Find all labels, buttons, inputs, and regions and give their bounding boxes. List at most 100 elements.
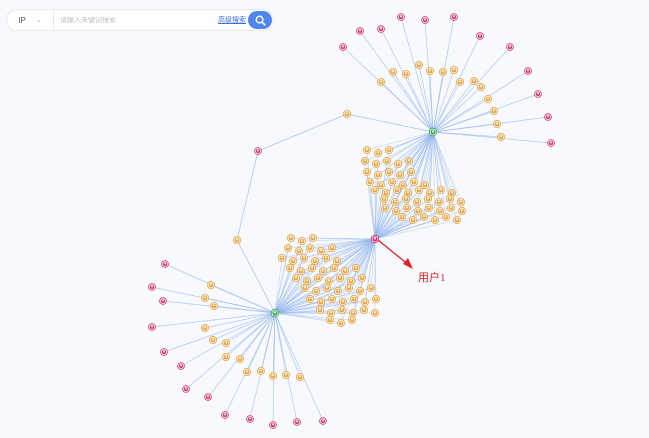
- host-node[interactable]: [441, 212, 450, 221]
- user-node[interactable]: [397, 13, 405, 21]
- host-node[interactable]: [348, 308, 357, 317]
- host-node[interactable]: [380, 203, 389, 212]
- host-node[interactable]: [351, 263, 360, 272]
- host-node[interactable]: [325, 315, 334, 324]
- user-node[interactable]: [356, 27, 364, 35]
- user-node[interactable]: [204, 393, 212, 401]
- host-node[interactable]: [338, 297, 347, 306]
- host-node[interactable]: [489, 107, 498, 116]
- host-node[interactable]: [321, 253, 330, 262]
- user-node[interactable]: [506, 43, 514, 51]
- host-node[interactable]: [322, 283, 331, 292]
- user-node[interactable]: [377, 25, 385, 33]
- user-node[interactable]: [524, 67, 532, 75]
- host-node[interactable]: [379, 194, 388, 203]
- host-node[interactable]: [357, 273, 366, 282]
- host-node[interactable]: [469, 77, 478, 86]
- host-node[interactable]: [424, 203, 433, 212]
- host-node[interactable]: [398, 180, 407, 189]
- host-node[interactable]: [336, 318, 345, 327]
- user-node[interactable]: [269, 421, 277, 429]
- host-node[interactable]: [397, 212, 406, 221]
- host-node[interactable]: [305, 243, 314, 252]
- host-node[interactable]: [438, 68, 447, 77]
- host-node[interactable]: [371, 294, 380, 303]
- host-node[interactable]: [232, 235, 241, 244]
- user-node[interactable]: [293, 418, 301, 426]
- host-node[interactable]: [446, 203, 455, 212]
- user-node[interactable]: [476, 32, 484, 40]
- host-node[interactable]: [388, 68, 397, 77]
- host-node[interactable]: [295, 372, 304, 381]
- host-node[interactable]: [393, 159, 402, 168]
- host-node[interactable]: [209, 301, 218, 310]
- host-node[interactable]: [457, 206, 466, 215]
- host-node[interactable]: [420, 180, 429, 189]
- user-node[interactable]: [161, 260, 169, 268]
- host-node[interactable]: [296, 266, 305, 275]
- host-node[interactable]: [476, 83, 485, 92]
- host-node[interactable]: [332, 256, 341, 265]
- host-node[interactable]: [355, 286, 364, 295]
- host-node[interactable]: [318, 266, 327, 275]
- host-node[interactable]: [286, 233, 295, 242]
- host-node[interactable]: [455, 78, 464, 87]
- host-node[interactable]: [281, 370, 290, 379]
- hub-node[interactable]: [428, 127, 438, 137]
- host-node[interactable]: [362, 145, 371, 154]
- host-node[interactable]: [496, 132, 505, 141]
- host-node[interactable]: [329, 263, 338, 272]
- host-node[interactable]: [206, 280, 215, 289]
- host-node[interactable]: [333, 286, 342, 295]
- host-node[interactable]: [327, 243, 336, 252]
- user-node[interactable]: [254, 147, 262, 155]
- host-node[interactable]: [288, 256, 297, 265]
- host-node[interactable]: [277, 253, 286, 262]
- host-node[interactable]: [483, 95, 492, 104]
- host-node[interactable]: [452, 215, 461, 224]
- host-node[interactable]: [349, 294, 358, 303]
- host-node[interactable]: [283, 243, 292, 252]
- host-node[interactable]: [256, 366, 265, 375]
- host-node[interactable]: [406, 167, 415, 176]
- user-node[interactable]: [159, 297, 167, 305]
- host-node[interactable]: [408, 215, 417, 224]
- host-node[interactable]: [324, 276, 333, 285]
- host-node[interactable]: [310, 256, 319, 265]
- user-node[interactable]: [182, 385, 190, 393]
- host-node[interactable]: [300, 283, 309, 292]
- host-node[interactable]: [445, 194, 454, 203]
- host-node[interactable]: [401, 194, 410, 203]
- user-node[interactable]: [534, 90, 542, 98]
- host-node[interactable]: [313, 273, 322, 282]
- host-node[interactable]: [307, 263, 316, 272]
- host-node[interactable]: [200, 323, 209, 332]
- user-node[interactable]: [148, 323, 156, 331]
- host-node[interactable]: [436, 185, 445, 194]
- host-node[interactable]: [305, 294, 314, 303]
- host-node[interactable]: [200, 293, 209, 302]
- host-node[interactable]: [362, 167, 371, 176]
- host-node[interactable]: [326, 308, 335, 317]
- host-node[interactable]: [365, 177, 374, 186]
- host-node[interactable]: [316, 297, 325, 306]
- user-node[interactable]: [319, 417, 327, 425]
- user-node[interactable]: [177, 362, 185, 370]
- host-node[interactable]: [344, 283, 353, 292]
- host-node[interactable]: [409, 177, 418, 186]
- host-node[interactable]: [327, 294, 336, 303]
- host-node[interactable]: [414, 61, 423, 70]
- host-node[interactable]: [414, 185, 423, 194]
- host-node[interactable]: [268, 371, 277, 380]
- host-node[interactable]: [387, 177, 396, 186]
- host-node[interactable]: [316, 246, 325, 255]
- host-node[interactable]: [297, 236, 306, 245]
- host-node[interactable]: [335, 273, 344, 282]
- user-node[interactable]: [160, 348, 168, 356]
- host-node[interactable]: [311, 286, 320, 295]
- host-node[interactable]: [492, 120, 501, 129]
- hub-node[interactable]: [270, 308, 280, 318]
- host-node[interactable]: [342, 110, 351, 119]
- host-node[interactable]: [373, 170, 382, 179]
- host-node[interactable]: [384, 167, 393, 176]
